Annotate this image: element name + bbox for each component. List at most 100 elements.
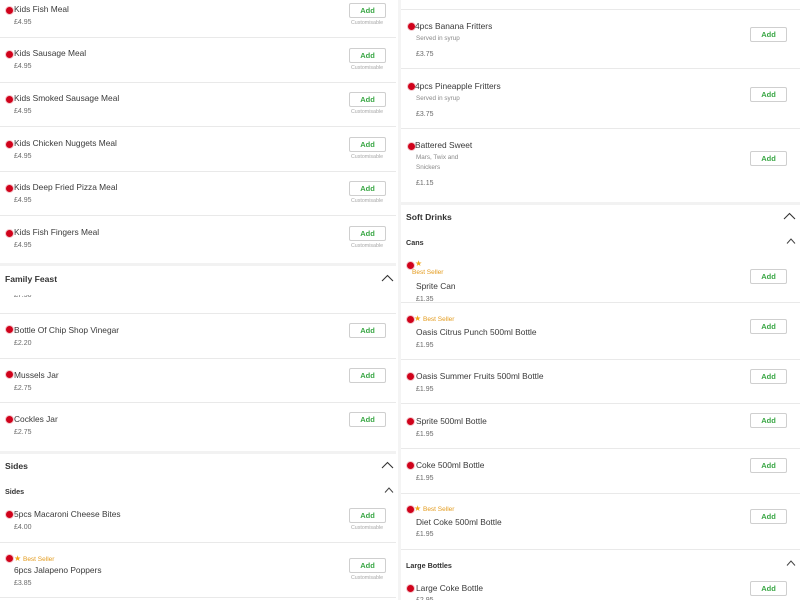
chevron-up-icon[interactable] xyxy=(384,487,394,493)
customisable-label: Customisable xyxy=(350,525,384,531)
item-name: Kids Fish Meal xyxy=(14,4,69,14)
row-divider xyxy=(401,128,800,129)
add-button[interactable]: Add xyxy=(750,369,787,384)
item-name: Kids Sausage Meal xyxy=(14,48,87,58)
add-button[interactable]: Add xyxy=(349,48,386,63)
customisable-label: Customisable xyxy=(350,575,384,581)
item-price: £3.75 xyxy=(416,51,434,58)
subsection-title: Cans xyxy=(406,238,424,247)
subsection-title: Large Bottles xyxy=(406,561,452,570)
item-price: £1.15 xyxy=(416,180,434,187)
item-price: £2.75 xyxy=(14,385,32,392)
row-divider xyxy=(0,82,396,83)
add-button[interactable]: Add xyxy=(750,27,787,42)
red-dot-icon xyxy=(407,418,414,425)
red-dot-icon xyxy=(407,373,414,380)
add-button[interactable]: Add xyxy=(349,508,386,523)
row-divider xyxy=(0,171,396,172)
item-name: Kids Fish Fingers Meal xyxy=(14,227,100,237)
red-dot-icon xyxy=(407,506,414,513)
add-button[interactable]: Add xyxy=(750,87,787,102)
add-button[interactable]: Add xyxy=(750,509,787,524)
item-price: £4.95 xyxy=(14,108,32,115)
section-divider xyxy=(401,202,800,205)
item-name: Coke 500ml Bottle xyxy=(416,460,485,470)
row-divider xyxy=(0,37,396,38)
item-name: Mussels Jar xyxy=(14,370,59,380)
row-divider xyxy=(401,493,800,494)
red-dot-icon xyxy=(408,83,415,90)
chevron-up-icon[interactable] xyxy=(786,560,796,566)
item-price: £1.95 xyxy=(416,431,434,438)
star-icon: ★ xyxy=(414,314,422,323)
item-description: Served in syrup xyxy=(416,35,460,42)
item-name: Oasis Citrus Punch 500ml Bottle xyxy=(416,327,537,337)
item-price: £1.95 xyxy=(416,531,434,538)
add-button[interactable]: Add xyxy=(349,181,386,196)
customisable-label: Customisable xyxy=(350,198,384,204)
item-price: £4.95 xyxy=(14,153,32,160)
item-name: Sprite 500ml Bottle xyxy=(416,416,487,426)
customisable-label: Customisable xyxy=(350,243,384,249)
chevron-up-icon[interactable] xyxy=(786,238,796,244)
item-name: Kids Deep Fried Pizza Meal xyxy=(14,182,118,192)
add-button[interactable]: Add xyxy=(349,3,386,18)
section-divider xyxy=(0,451,396,454)
best-seller-badge: ★ Best Seller xyxy=(414,504,455,513)
red-dot-icon xyxy=(6,141,13,148)
item-price: £1.95 xyxy=(416,475,434,482)
item-price: £4.00 xyxy=(14,524,32,531)
customisable-label: Customisable xyxy=(350,20,384,26)
add-button[interactable]: Add xyxy=(750,151,787,166)
red-dot-icon xyxy=(6,555,13,562)
red-dot-icon xyxy=(408,143,415,150)
add-button[interactable]: Add xyxy=(349,558,386,573)
add-button[interactable]: Add xyxy=(750,319,787,334)
chevron-up-icon[interactable] xyxy=(381,461,394,469)
red-dot-icon xyxy=(6,185,13,192)
item-name: Large Coke Bottle xyxy=(416,583,484,593)
row-divider xyxy=(0,358,396,359)
section-title: Sides xyxy=(5,461,28,471)
red-dot-icon xyxy=(408,23,415,30)
add-button[interactable]: Add xyxy=(349,137,386,152)
item-name: 4pcs Pineapple Fritters xyxy=(415,81,501,91)
add-button[interactable]: Add xyxy=(750,269,787,284)
red-dot-icon xyxy=(6,371,13,378)
customisable-label: Customisable xyxy=(350,65,384,71)
row-divider xyxy=(0,597,396,598)
add-button[interactable]: Add xyxy=(349,368,386,383)
add-button[interactable]: Add xyxy=(750,581,787,596)
add-button[interactable]: Add xyxy=(349,92,386,107)
row-divider xyxy=(401,403,800,404)
right-menu-column: 4pcs Banana Fritters Served in syrup £3.… xyxy=(401,0,800,600)
item-price: £4.95 xyxy=(14,197,32,204)
add-button[interactable]: Add xyxy=(750,413,787,428)
item-price: £2.20 xyxy=(14,340,32,347)
add-button[interactable]: Add xyxy=(349,412,386,427)
row-divider xyxy=(401,302,800,303)
add-button[interactable]: Add xyxy=(349,323,386,338)
subsection-title: Sides xyxy=(5,487,25,496)
item-price: £1.95 xyxy=(416,386,434,393)
item-price: £4.95 xyxy=(14,63,32,70)
item-name: Kids Chicken Nuggets Meal xyxy=(14,138,117,148)
add-button[interactable]: Add xyxy=(349,226,386,241)
red-dot-icon xyxy=(6,51,13,58)
add-button[interactable]: Add xyxy=(750,458,787,473)
red-dot-icon xyxy=(6,230,13,237)
row-divider xyxy=(0,542,396,543)
item-name: Cockles Jar xyxy=(14,414,58,424)
chevron-up-icon[interactable] xyxy=(783,212,796,220)
best-seller-badge: ★ Best Seller xyxy=(14,554,55,563)
row-divider xyxy=(0,313,396,314)
section-divider xyxy=(0,263,396,266)
item-description: Mars, Twix and Snickers xyxy=(416,154,459,171)
item-price: £4.95 xyxy=(14,19,32,26)
best-seller-badge: Best Seller xyxy=(412,269,444,276)
row-divider xyxy=(0,402,396,403)
row-divider xyxy=(0,126,396,127)
chevron-up-icon[interactable] xyxy=(381,274,394,282)
red-dot-icon xyxy=(6,326,13,333)
section-title: Family Feast xyxy=(5,274,58,284)
